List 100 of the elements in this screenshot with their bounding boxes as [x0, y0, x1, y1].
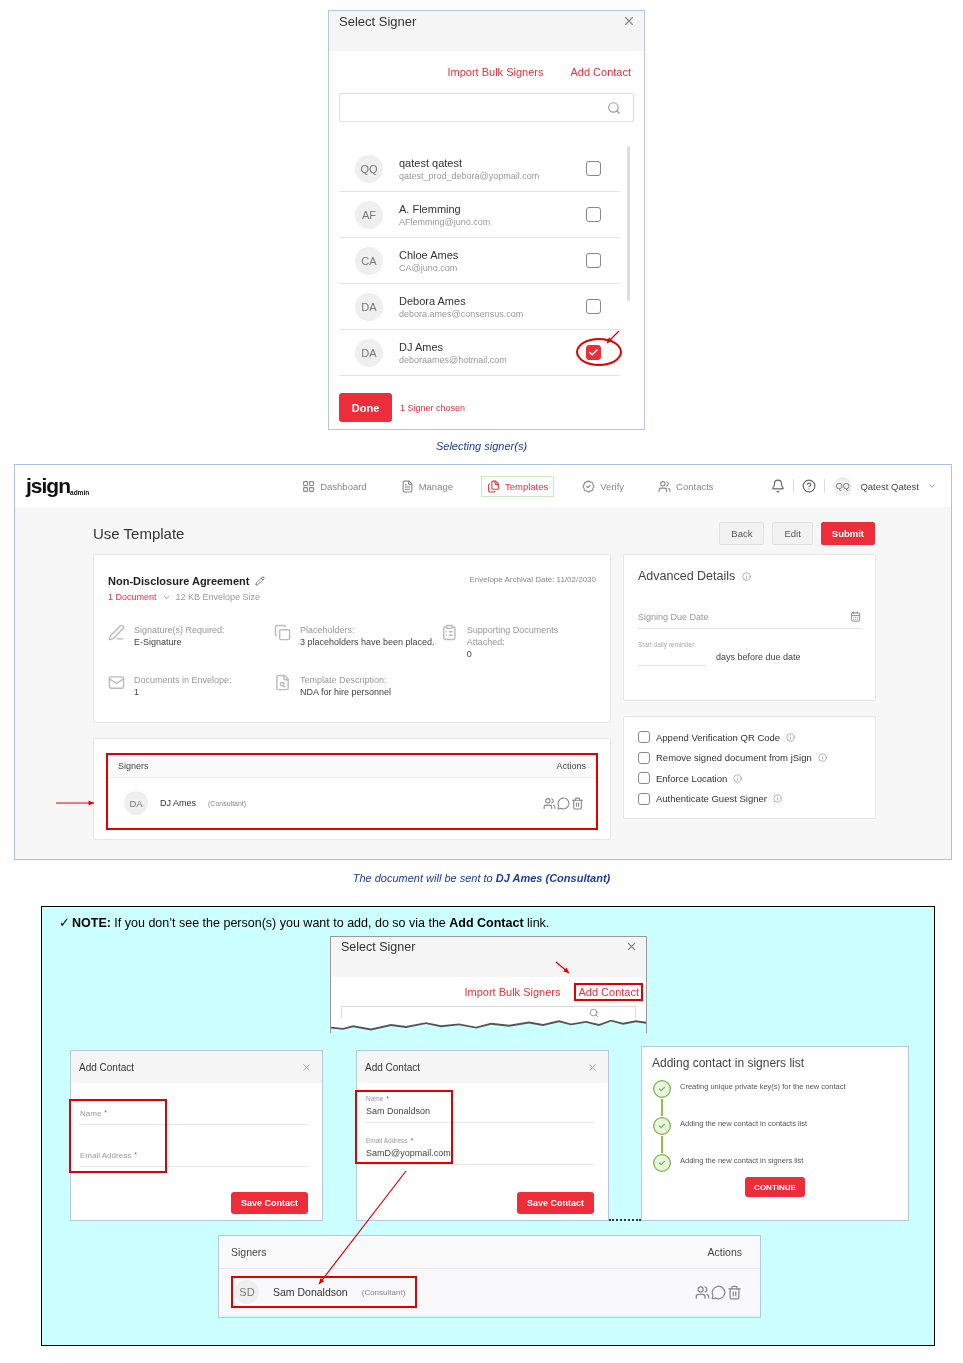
info-icon: [733, 773, 743, 783]
info-icon: [772, 794, 782, 804]
message-icon[interactable]: [557, 796, 570, 810]
users-icon: [658, 479, 672, 493]
contact-row[interactable]: DA DJ Ames deboraames@hotmail.com: [339, 330, 620, 376]
checkbox[interactable]: [638, 751, 650, 764]
user-name[interactable]: Qatest Qatest: [860, 480, 919, 492]
option-label: Enforce Location: [656, 772, 728, 784]
trash-icon[interactable]: [571, 796, 584, 810]
contact-email: qatest_prod_debora@yopmail.com: [399, 170, 541, 181]
checkbox[interactable]: [586, 207, 601, 222]
caption: The document will be sent to DJ Ames (Consultant): [352, 872, 611, 884]
save-contact-button[interactable]: Save Contact: [231, 1192, 308, 1214]
field-value: SamD@yopmail.com: [366, 1148, 452, 1158]
nav-item[interactable]: Contacts: [652, 475, 720, 497]
done-button[interactable]: Done: [339, 393, 392, 422]
contact-email: deboraames@hotmail.com: [399, 354, 508, 365]
action-button[interactable]: Back: [719, 521, 765, 545]
checkbox[interactable]: [586, 299, 601, 314]
dialog-title: Add Contact: [365, 1061, 421, 1073]
avatar: AF: [355, 200, 383, 229]
bell-icon[interactable]: [771, 479, 786, 493]
detail-label: Placeholders:: [300, 624, 356, 636]
help-icon[interactable]: [802, 479, 817, 493]
users-icon[interactable]: [695, 1284, 710, 1300]
close-icon[interactable]: [587, 1061, 598, 1073]
close-icon[interactable]: [622, 14, 636, 28]
detail-value: 1: [134, 686, 140, 698]
files-icon: [487, 479, 500, 493]
nav-item[interactable]: Manage: [394, 475, 459, 497]
checkbox[interactable]: [638, 772, 650, 785]
dashboard-icon: [302, 479, 316, 493]
nav-item[interactable]: Templates: [481, 475, 555, 497]
detail-value: 0: [466, 648, 473, 660]
search-field[interactable]: [341, 1006, 636, 1018]
detail-label: Supporting Documents Attached:: [466, 624, 560, 648]
search-field[interactable]: [339, 93, 634, 122]
avatar: DA: [355, 338, 383, 367]
contact-row[interactable]: DA Debora Ames debora.ames@consensus.com: [339, 284, 620, 330]
page-title: Use Template: [93, 524, 185, 542]
documents-link[interactable]: 1 Document: [108, 592, 157, 602]
nav-item[interactable]: Verify: [576, 475, 631, 497]
due-date-field[interactable]: Signing Due Date: [638, 611, 818, 622]
signer-name: Sam Donaldson: [273, 1286, 348, 1298]
selection-count: 1 Signer chosen: [400, 402, 466, 413]
search-icon: [607, 100, 621, 115]
checkbox[interactable]: [586, 161, 601, 176]
clipboard-icon: [441, 624, 458, 641]
document-search-icon: [274, 674, 291, 691]
edit-icon[interactable]: [255, 576, 266, 586]
column-header: Actions: [707, 1246, 742, 1258]
column-header: Actions: [556, 761, 586, 771]
contact-email: debora.ames@consensus.com: [399, 308, 525, 319]
search-icon: [589, 1008, 599, 1018]
dialog-title: Select Signer: [341, 940, 416, 954]
copy-icon: [274, 624, 291, 641]
note-text: NOTE: If you don’t see the person(s) you want to add, do so via the Add Contact link.: [72, 916, 550, 930]
contact-row[interactable]: AF A. Flemming AFlemming@juno.com: [339, 192, 620, 238]
checkbox[interactable]: [638, 731, 650, 744]
option-label: Remove signed document from jSign: [656, 752, 812, 764]
dialog-title: Select Signer: [339, 14, 417, 29]
message-icon[interactable]: [711, 1284, 726, 1300]
pointer-arrow: [56, 800, 95, 806]
avatar: DA: [355, 292, 383, 321]
document-icon: [400, 479, 414, 493]
dialog-title: Adding contact in signers list: [652, 1056, 806, 1070]
envelope-icon: [108, 674, 125, 691]
card-title: Advanced Details: [638, 569, 736, 583]
contact-name: DJ Ames: [399, 340, 444, 353]
checkbox[interactable]: [586, 345, 601, 360]
continue-button[interactable]: CONTINUE: [745, 1177, 805, 1197]
pointer-arrow: [606, 330, 620, 344]
action-button[interactable]: Submit: [820, 521, 875, 545]
link[interactable]: Add Contact: [574, 983, 643, 1001]
info-icon: [742, 571, 752, 581]
users-icon[interactable]: [543, 796, 556, 810]
template-name: Non-Disclosure Agreement: [108, 575, 250, 587]
link[interactable]: Add Contact: [566, 63, 635, 81]
trash-icon[interactable]: [727, 1284, 742, 1300]
contact-name: Debora Ames: [399, 294, 467, 307]
pointer-arrow: [555, 961, 570, 974]
save-contact-button[interactable]: Save Contact: [517, 1192, 594, 1214]
close-icon[interactable]: [625, 940, 638, 953]
contact-name: A. Flemming: [399, 202, 462, 215]
avatar: QQ: [355, 154, 383, 183]
nav-item[interactable]: Dashboard: [296, 475, 373, 497]
contact-row[interactable]: CA Chloe Ames CA@juno.com: [339, 238, 620, 284]
info-icon: [817, 753, 827, 763]
contact-row[interactable]: QQ qatest qatest qatest_prod_debora@yopmail.com: [339, 146, 620, 192]
link[interactable]: Import Bulk Signers: [460, 983, 565, 1001]
action-button[interactable]: Edit: [772, 521, 813, 545]
field-suffix: days before due date: [716, 652, 801, 662]
envelope-size: 12 KB Envelope Size: [175, 592, 261, 602]
caret-icon[interactable]: [927, 481, 937, 491]
checkbox[interactable]: [586, 253, 601, 268]
checkbox[interactable]: [638, 792, 650, 805]
signature-icon: [108, 624, 125, 641]
archival-date: Envelope Archival Date: 11/02/2030: [469, 575, 596, 584]
close-icon[interactable]: [301, 1061, 312, 1073]
link[interactable]: Import Bulk Signers: [443, 63, 548, 81]
